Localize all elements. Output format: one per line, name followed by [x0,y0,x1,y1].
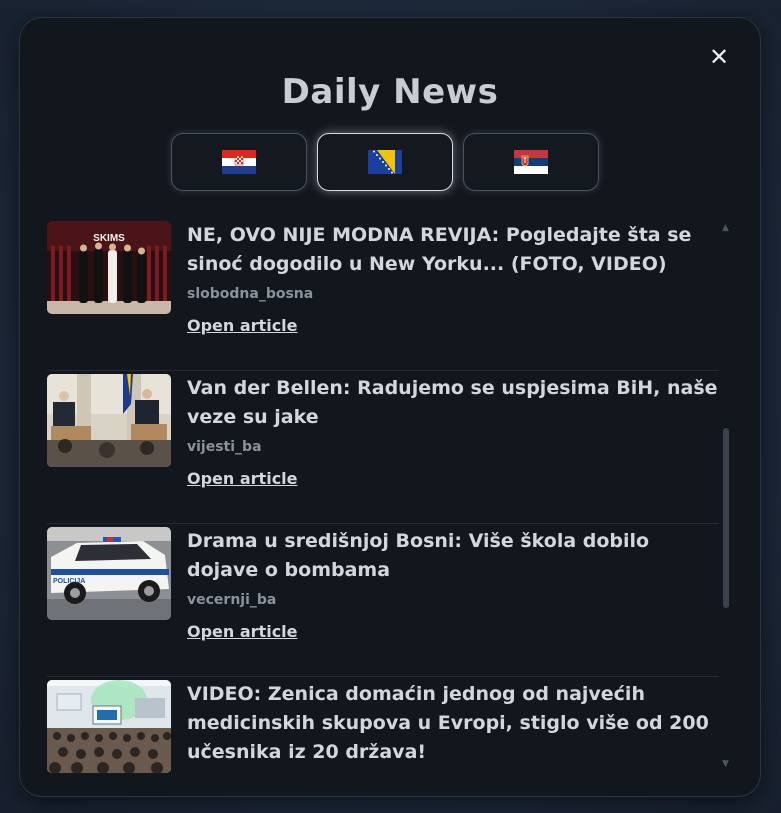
article-headline: NE, OVO NIJE MODNA REVIJA: Pogledajte št… [187,224,692,275]
daily-news-panel: ✕ Daily News SKIMS NE, OVO NIJE MODNA RE… [20,18,760,796]
open-article-link[interactable]: Open article [187,316,298,335]
article-headline: Van der Bellen: Radujemo se uspjesima Bi… [187,377,718,428]
svg-text:SKIMS: SKIMS [93,233,125,244]
scroll-down-arrow-icon[interactable]: ▼ [722,760,729,769]
red-carpet-photo: SKIMS [47,221,171,314]
bosnia-flag-button[interactable] [317,133,453,191]
article-source: vijesti_ba [187,439,262,455]
article-source: vecernji_ba [187,592,277,608]
croatia-flag-button[interactable] [171,133,307,191]
close-icon[interactable]: ✕ [704,42,734,72]
article-thumbnail: SKIMS [47,221,171,314]
conference-hall-photo [47,680,171,773]
article-thumbnail [47,374,171,467]
serbia-flag-icon [514,150,548,174]
croatia-flag-icon [222,150,256,174]
list-item: SKIMS NE, OVO NIJE MODNA REVIJA: Pogleda… [47,218,719,371]
article-thumbnail [47,680,171,773]
press-conference-photo [47,374,171,467]
article-list[interactable]: SKIMS NE, OVO NIJE MODNA REVIJA: Pogleda… [47,218,719,780]
country-selector [171,133,599,191]
scrollbar-thumb[interactable] [723,428,729,608]
serbia-flag-button[interactable] [463,133,599,191]
open-article-link[interactable]: Open article [187,622,298,641]
article-thumbnail: POLICIJA [47,527,171,620]
article-list-scrollbar[interactable]: ▲ ▼ [720,218,732,778]
list-item: Van der Bellen: Radujemo se uspjesima Bi… [47,371,719,524]
page-title: Daily News [281,72,499,112]
list-item: POLICIJA Drama u središnjoj Bosni: Više … [47,524,719,677]
open-article-link[interactable]: Open article [187,469,298,488]
police-car-photo: POLICIJA [47,527,171,620]
bosnia-flag-icon [368,150,402,174]
article-headline: VIDEO: Zenica domaćin jednog od najvećih… [187,683,709,763]
article-source: slobodna_bosna [187,286,314,302]
list-item: VIDEO: Zenica domaćin jednog od najvećih… [47,677,719,780]
article-headline: Drama u središnjoj Bosni: Više škola dob… [187,530,650,581]
scroll-up-arrow-icon[interactable]: ▲ [722,224,729,233]
